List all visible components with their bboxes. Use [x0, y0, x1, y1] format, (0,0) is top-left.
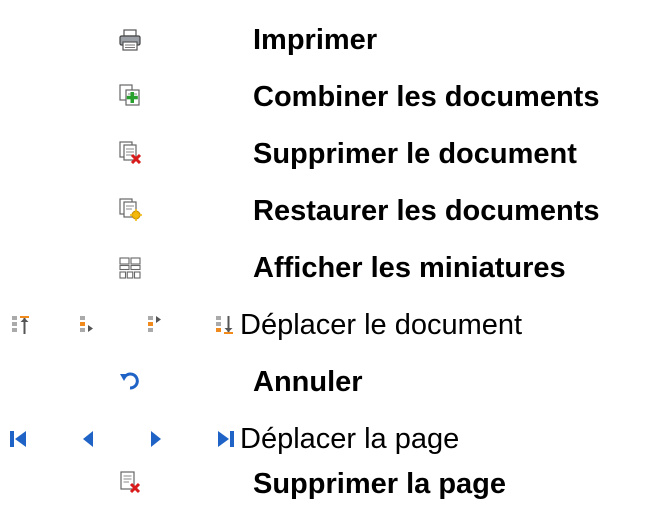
legend-label-restore: Restaurer les documents: [253, 195, 600, 227]
legend-row-restore: Restaurer les documents: [0, 183, 656, 239]
add-document-icon: [118, 83, 142, 107]
legend-label-print: Imprimer: [253, 24, 378, 56]
restore-documents-icon: [118, 197, 142, 221]
legend-row-undo: Annuler: [0, 354, 656, 410]
printer-icon: [118, 28, 142, 52]
legend-row-move-doc: Déplacer le document: [0, 297, 656, 353]
legend-label-delete-doc: Supprimer le document: [253, 138, 577, 170]
legend-label-move-doc: Déplacer le document: [240, 309, 523, 341]
move-up-icon: [76, 313, 100, 337]
next-page-icon: [144, 427, 168, 451]
first-page-icon: [6, 427, 30, 451]
previous-page-icon: [76, 427, 100, 451]
legend-label-combine: Combiner les documents: [253, 81, 600, 113]
thumbnails-icon: [118, 256, 142, 280]
legend-label-undo: Annuler: [253, 366, 363, 398]
legend-label-move-page: Déplacer la page: [240, 423, 460, 455]
delete-page-icon: [118, 470, 142, 494]
move-to-top-icon: [8, 313, 32, 337]
undo-icon: [118, 368, 142, 392]
legend-row-delete-page: Supprimer la page: [0, 456, 656, 512]
delete-document-icon: [118, 140, 142, 164]
legend-row-print: Imprimer: [0, 12, 656, 68]
legend-label-delete-page: Supprimer la page: [253, 468, 507, 500]
last-page-icon: [214, 427, 238, 451]
legend-row-combine: Combiner les documents: [0, 69, 656, 125]
move-to-bottom-icon: [212, 313, 236, 337]
move-down-icon: [144, 313, 168, 337]
legend-row-delete-doc: Supprimer le document: [0, 126, 656, 182]
legend-row-thumbnails: Afficher les miniatures: [0, 240, 656, 296]
legend-label-thumbnails: Afficher les miniatures: [253, 252, 566, 284]
